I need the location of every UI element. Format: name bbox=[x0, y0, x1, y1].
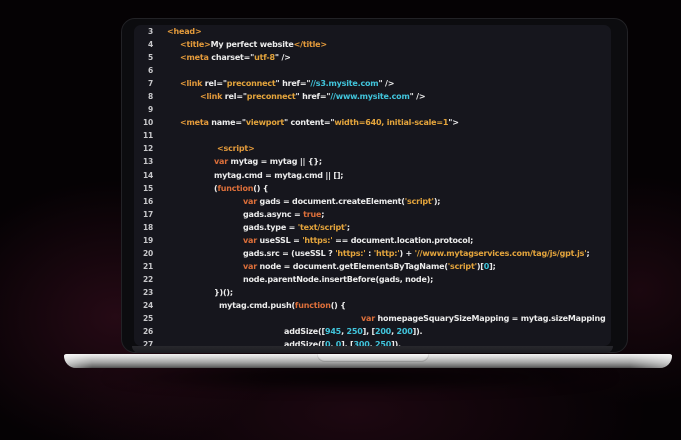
code-text: <title>My perfect website</title> bbox=[153, 38, 327, 51]
desktop-background: 3<head>4<title>My perfect website</title… bbox=[0, 0, 681, 440]
line-number: 21 bbox=[140, 260, 153, 273]
line-number: 15 bbox=[140, 182, 153, 195]
line-number: 20 bbox=[140, 247, 153, 260]
line-number: 8 bbox=[140, 90, 153, 103]
code-text: gads.type = 'text/script'; bbox=[153, 221, 350, 234]
line-number: 5 bbox=[140, 51, 153, 64]
line-number: 9 bbox=[140, 103, 153, 116]
code-line: 25var homepageSquarySizeMapping = mytag.… bbox=[134, 312, 611, 325]
code-line: 19var useSSL = 'https:' == document.loca… bbox=[134, 234, 611, 247]
code-line: 24mytag.cmd.push(function() { bbox=[134, 299, 611, 312]
code-text: <head> bbox=[153, 25, 201, 38]
code-text: addSize([0, 0], [300, 250]). bbox=[153, 338, 401, 346]
line-number: 24 bbox=[140, 299, 153, 312]
line-number: 7 bbox=[140, 77, 153, 90]
code-line: 8<link rel="preconnect" href="//www.mysi… bbox=[134, 90, 611, 103]
line-number: 19 bbox=[140, 234, 153, 247]
line-number: 18 bbox=[140, 221, 153, 234]
code-text: <meta name="viewport" content="width=640… bbox=[153, 116, 459, 129]
line-number: 6 bbox=[140, 64, 153, 77]
line-number: 14 bbox=[140, 169, 153, 182]
code-text: })(); bbox=[153, 286, 233, 299]
line-number: 17 bbox=[140, 208, 153, 221]
code-text: addSize([945, 250], [200, 200]). bbox=[153, 325, 422, 338]
line-number: 4 bbox=[140, 38, 153, 51]
code-line: 3<head> bbox=[134, 25, 611, 38]
code-text: var mytag = mytag || {}; bbox=[153, 155, 322, 168]
laptop-screen: 3<head>4<title>My perfect website</title… bbox=[121, 18, 628, 353]
code-line: 27addSize([0, 0], [300, 250]). bbox=[134, 338, 611, 346]
code-text: gads.src = (useSSL ? 'https:' : 'http:')… bbox=[153, 247, 589, 260]
code-line: 10<meta name="viewport" content="width=6… bbox=[134, 116, 611, 129]
code-line: 23})(); bbox=[134, 286, 611, 299]
line-number: 3 bbox=[140, 25, 153, 38]
code-line: 22node.parentNode.insertBefore(gads, nod… bbox=[134, 273, 611, 286]
code-line: 14mytag.cmd = mytag.cmd || []; bbox=[134, 169, 611, 182]
code-line: 21var node = document.getElementsByTagNa… bbox=[134, 260, 611, 273]
line-number: 11 bbox=[140, 129, 153, 142]
code-text: <link rel="preconnect" href="//www.mysit… bbox=[153, 90, 425, 103]
line-number: 27 bbox=[140, 338, 153, 346]
code-line: 26addSize([945, 250], [200, 200]). bbox=[134, 325, 611, 338]
code-line: 17gads.async = true; bbox=[134, 208, 611, 221]
code-line: 15(function() { bbox=[134, 182, 611, 195]
code-line: 16var gads = document.createElement('scr… bbox=[134, 195, 611, 208]
line-number: 23 bbox=[140, 286, 153, 299]
code-editor: 3<head>4<title>My perfect website</title… bbox=[134, 25, 611, 346]
laptop-shadow bbox=[90, 367, 630, 393]
code-line: 7<link rel="preconnect" href="//s3.mysit… bbox=[134, 77, 611, 90]
code-line: 6 bbox=[134, 64, 611, 77]
code-text: <meta charset="utf-8" /> bbox=[153, 51, 291, 64]
code-line: 12<script> bbox=[134, 142, 611, 155]
code-text: var node = document.getElementsByTagName… bbox=[153, 260, 496, 273]
line-number: 16 bbox=[140, 195, 153, 208]
code-text: <script> bbox=[153, 142, 255, 155]
code-line: 5<meta charset="utf-8" /> bbox=[134, 51, 611, 64]
code-text: <link rel="preconnect" href="//s3.mysite… bbox=[153, 77, 394, 90]
code-line: 11 bbox=[134, 129, 611, 142]
line-number: 12 bbox=[140, 142, 153, 155]
line-number: 26 bbox=[140, 325, 153, 338]
line-number: 22 bbox=[140, 273, 153, 286]
code-line: 18gads.type = 'text/script'; bbox=[134, 221, 611, 234]
laptop-base bbox=[64, 354, 672, 368]
code-line: 4<title>My perfect website</title> bbox=[134, 38, 611, 51]
code-text: (function() { bbox=[153, 182, 268, 195]
code-text: var gads = document.createElement('scrip… bbox=[153, 195, 440, 208]
lid-opening-notch bbox=[317, 354, 429, 362]
code-line: 13var mytag = mytag || {}; bbox=[134, 155, 611, 168]
code-text: gads.async = true; bbox=[153, 208, 324, 221]
code-text: var useSSL = 'https:' == document.locati… bbox=[153, 234, 473, 247]
code-text: node.parentNode.insertBefore(gads, node)… bbox=[153, 273, 433, 286]
line-number: 25 bbox=[140, 312, 153, 325]
code-line: 9 bbox=[134, 103, 611, 116]
screen-bottom-chin bbox=[132, 346, 613, 353]
code-text: var homepageSquarySizeMapping = mytag.si… bbox=[153, 312, 605, 325]
code-text: mytag.cmd = mytag.cmd || []; bbox=[153, 169, 343, 182]
line-number: 13 bbox=[140, 155, 153, 168]
code-line: 20gads.src = (useSSL ? 'https:' : 'http:… bbox=[134, 247, 611, 260]
code-text: mytag.cmd.push(function() { bbox=[153, 299, 346, 312]
code-lines: 3<head>4<title>My perfect website</title… bbox=[134, 25, 611, 346]
line-number: 10 bbox=[140, 116, 153, 129]
